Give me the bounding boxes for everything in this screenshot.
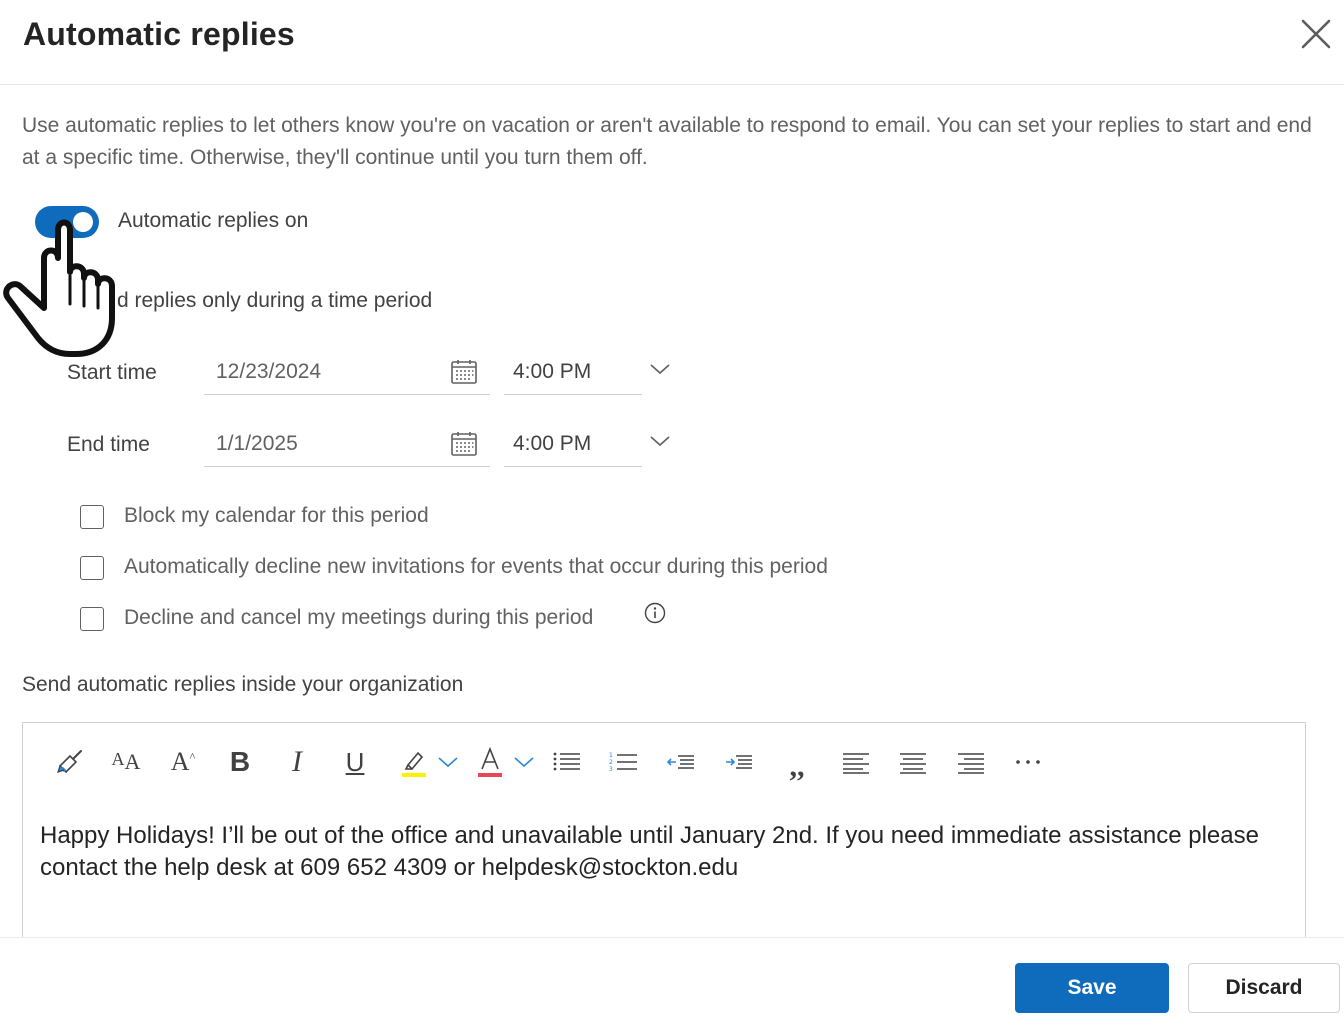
end-time-field[interactable]: 4:00 PM (504, 422, 642, 467)
start-time-value: 4:00 PM (513, 360, 592, 383)
header-divider (0, 84, 1344, 85)
block-calendar-checkbox[interactable] (80, 505, 104, 529)
end-time-value: 4:00 PM (513, 432, 592, 455)
highlight-icon (402, 751, 426, 777)
align-left-icon (843, 753, 869, 774)
quote-icon: ,, (789, 750, 805, 783)
decline-invitations-checkbox[interactable] (80, 556, 104, 580)
font-color-button[interactable] (470, 742, 510, 782)
message-body[interactable]: Happy Holidays! I’ll be out of the offic… (40, 820, 1290, 884)
bullets-icon (553, 752, 580, 771)
align-center-button[interactable] (893, 742, 933, 782)
block-calendar-label: Block my calendar for this period (124, 504, 429, 527)
svg-text:2: 2 (609, 759, 613, 766)
start-time-label: Start time (67, 361, 157, 384)
cancel-meetings-label: Decline and cancel my meetings during th… (124, 606, 594, 629)
more-icon (1016, 760, 1040, 764)
chevron-down-icon[interactable] (437, 755, 459, 769)
svg-text:1: 1 (609, 752, 613, 759)
chevron-down-icon[interactable] (649, 362, 671, 376)
numbering-icon: 123 (609, 752, 637, 773)
close-button[interactable] (1294, 14, 1338, 54)
increase-indent-icon (726, 755, 752, 769)
decrease-indent-icon (666, 755, 694, 769)
quote-button[interactable]: ,, (777, 742, 817, 783)
toggle-label: Automatic replies on (118, 209, 309, 232)
end-date-value: 1/1/2025 (216, 432, 298, 455)
align-right-icon (958, 753, 984, 774)
decline-invitations-label: Automatically decline new invitations fo… (124, 555, 828, 578)
description-text: Use automatic replies to let others know… (22, 114, 1312, 169)
calendar-icon[interactable] (450, 430, 478, 458)
font-size-button[interactable]: AA (106, 742, 146, 782)
chevron-down-icon[interactable] (649, 434, 671, 448)
font-size-icon: AA (111, 749, 141, 774)
start-date-field[interactable]: 12/23/2024 (204, 350, 490, 395)
align-left-button[interactable] (836, 742, 876, 782)
inside-org-label: Send automatic replies inside your organ… (22, 673, 464, 696)
underline-icon: U (345, 746, 365, 777)
calendar-icon[interactable] (450, 358, 478, 386)
hand-pointer-icon (3, 219, 115, 357)
info-icon[interactable] (644, 602, 666, 624)
discard-button[interactable]: Discard (1188, 963, 1340, 1013)
start-time-field[interactable]: 4:00 PM (504, 350, 642, 395)
start-date-value: 12/23/2024 (216, 360, 322, 383)
save-button[interactable]: Save (1015, 963, 1169, 1013)
grow-font-button[interactable]: A^ (163, 742, 203, 782)
grow-font-icon: A^ (170, 747, 196, 776)
bold-icon: B (229, 746, 251, 777)
italic-button[interactable]: I (277, 742, 317, 782)
highlight-button[interactable] (394, 742, 434, 782)
numbering-button[interactable]: 123 (604, 742, 644, 782)
decrease-indent-button[interactable] (661, 742, 701, 782)
underline-button[interactable]: U (335, 742, 375, 782)
format-painter-button[interactable] (50, 742, 90, 782)
close-icon (1301, 19, 1331, 49)
chevron-down-icon[interactable] (513, 755, 535, 769)
cancel-meetings-checkbox[interactable] (80, 607, 104, 631)
align-right-button[interactable] (951, 742, 991, 782)
svg-text:3: 3 (609, 766, 613, 773)
format-painter-icon (57, 750, 82, 774)
font-color-icon (478, 746, 502, 777)
end-time-label: End time (67, 433, 150, 456)
time-period-label: d replies only during a time period (117, 289, 433, 312)
bullets-button[interactable] (547, 742, 587, 782)
align-center-icon (900, 753, 926, 774)
dialog-title: Automatic replies (23, 16, 295, 52)
increase-indent-button[interactable] (719, 742, 759, 782)
more-options-button[interactable] (1008, 742, 1048, 782)
end-date-field[interactable]: 1/1/2025 (204, 422, 490, 467)
bold-button[interactable]: B (220, 742, 260, 782)
italic-icon: I (292, 745, 302, 778)
